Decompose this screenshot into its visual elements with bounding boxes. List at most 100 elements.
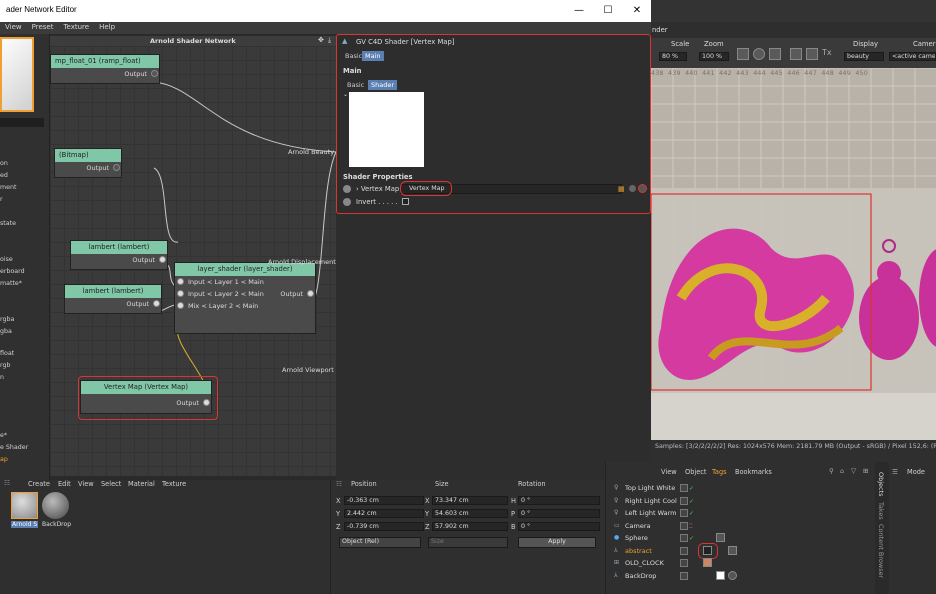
node-ramp-float[interactable]: mp_float_01 (ramp_float) Output bbox=[50, 54, 160, 84]
object-flags[interactable] bbox=[680, 571, 689, 580]
node-lambert-1[interactable]: lambert (lambert) Output bbox=[70, 240, 168, 270]
rotation-b-field[interactable]: 0 ° bbox=[518, 522, 600, 531]
pick-icon[interactable] bbox=[806, 48, 818, 60]
shader-list-item[interactable]: r bbox=[0, 196, 3, 203]
shader-list-item[interactable]: gba bbox=[0, 328, 12, 335]
display-select[interactable]: beauty bbox=[844, 52, 884, 61]
animate-dot[interactable] bbox=[343, 185, 351, 193]
material-tag[interactable] bbox=[703, 558, 712, 567]
subtab-basic[interactable]: Basic bbox=[344, 80, 367, 90]
material-backdrop-thumb[interactable] bbox=[42, 492, 69, 519]
material-tag[interactable] bbox=[716, 533, 725, 542]
output-port[interactable] bbox=[151, 70, 158, 77]
subtab-shader[interactable]: Shader bbox=[368, 80, 398, 90]
object-flags[interactable]: ✓ bbox=[680, 534, 694, 542]
object-row[interactable]: ● Sphere ✓ bbox=[606, 532, 876, 545]
node-vertex-map[interactable]: Vertex Map (Vertex Map) Output bbox=[80, 380, 212, 414]
object-row[interactable]: ♀ Right Light Cool ✓ bbox=[606, 495, 876, 508]
material-arnold-thumb[interactable] bbox=[11, 492, 38, 519]
shader-list-item[interactable]: state bbox=[0, 220, 16, 227]
object-flags[interactable] bbox=[680, 546, 689, 555]
maximize-button[interactable]: ☐ bbox=[595, 3, 621, 19]
object-row-selected[interactable]: ⅄ abstract bbox=[606, 542, 876, 559]
object-row[interactable]: ♀ Left Light Warm ✓ bbox=[606, 507, 876, 520]
menu-select[interactable]: Select bbox=[101, 480, 121, 488]
menu-object[interactable]: Object bbox=[685, 468, 706, 476]
shader-list-item[interactable]: oise bbox=[0, 256, 13, 263]
shader-list-item[interactable]: matte* bbox=[0, 280, 22, 287]
tab-takes[interactable]: Takes bbox=[877, 502, 885, 520]
shader-list-item[interactable]: rgba bbox=[0, 316, 14, 323]
coordinate-mode-select[interactable]: Object (Rel) bbox=[339, 537, 421, 548]
checker-icon[interactable]: ▦ bbox=[618, 185, 625, 193]
material-tag[interactable] bbox=[728, 545, 737, 555]
material-arnold-label[interactable]: Arnold S bbox=[11, 521, 39, 528]
output-port[interactable] bbox=[159, 256, 166, 263]
region-icon[interactable] bbox=[769, 48, 781, 60]
material-backdrop-label[interactable]: BackDrop bbox=[42, 521, 71, 528]
node-lambert-2[interactable]: lambert (lambert) Output bbox=[64, 284, 162, 314]
camera-select[interactable]: <active camer bbox=[889, 52, 936, 61]
shader-list-item[interactable]: erboard bbox=[0, 268, 25, 275]
menu-preset[interactable]: Preset bbox=[27, 22, 59, 32]
shader-list-item[interactable]: float bbox=[0, 350, 14, 357]
menu-tags[interactable]: Tags bbox=[712, 468, 727, 476]
filter-icon[interactable]: ▽ bbox=[851, 467, 856, 475]
object-row[interactable]: ▭ Camera ⁚⁚ bbox=[606, 520, 876, 533]
grid-icon[interactable]: ☷ bbox=[4, 479, 10, 487]
globe-icon[interactable] bbox=[753, 48, 765, 60]
tab-content-browser[interactable]: Content Browser bbox=[877, 524, 885, 578]
menu-create[interactable]: Create bbox=[28, 480, 50, 488]
home-icon[interactable]: ⌂ bbox=[840, 467, 844, 475]
material-tag[interactable] bbox=[728, 570, 737, 580]
shader-search-input[interactable] bbox=[0, 118, 44, 127]
render-viewport[interactable]: 438 439 440 441 442 443 444 445 446 447 … bbox=[651, 68, 936, 440]
size-mode-select[interactable]: Size bbox=[428, 537, 508, 548]
object-flags[interactable]: ✓ bbox=[680, 509, 694, 517]
shader-list-item[interactable]: ment bbox=[0, 184, 16, 191]
shader-list-item[interactable]: rgb bbox=[0, 362, 10, 369]
render-tool-icon[interactable] bbox=[737, 48, 749, 60]
object-flags[interactable] bbox=[680, 559, 689, 567]
collapse-icon[interactable]: ⌄ bbox=[343, 91, 348, 98]
dropdown-icon[interactable] bbox=[629, 185, 636, 192]
node-layer-shader[interactable]: layer_shader (layer_shader) Input < Laye… bbox=[174, 262, 316, 334]
shader-list-item[interactable]: ed bbox=[0, 172, 8, 179]
close-button[interactable]: ✕ bbox=[624, 3, 650, 19]
shader-list-item[interactable]: e Shader bbox=[0, 444, 28, 451]
minimize-button[interactable]: — bbox=[566, 3, 592, 19]
shader-list-item[interactable]: n bbox=[0, 374, 4, 381]
menu-view[interactable]: View bbox=[661, 468, 677, 476]
tab-main[interactable]: Main bbox=[362, 51, 384, 61]
menu-bookmarks[interactable]: Bookmarks bbox=[735, 468, 772, 476]
shader-list-item[interactable]: on bbox=[0, 160, 8, 167]
text-icon[interactable]: Tx bbox=[822, 48, 836, 60]
move-icon[interactable]: ✥ bbox=[318, 36, 324, 44]
menu-edit[interactable]: Edit bbox=[58, 480, 71, 488]
object-flags[interactable]: ✓ bbox=[680, 496, 694, 505]
shader-list-item[interactable]: e* bbox=[0, 432, 7, 439]
menu-material[interactable]: Material bbox=[128, 480, 155, 488]
menu-texture[interactable]: Texture bbox=[58, 22, 94, 32]
object-flags[interactable]: ⁚⁚ bbox=[680, 521, 693, 530]
input-port[interactable] bbox=[177, 290, 184, 297]
size-y-field[interactable]: 54.603 cm bbox=[432, 509, 508, 518]
menu-view[interactable]: View bbox=[78, 480, 94, 488]
rotation-p-field[interactable]: 0 ° bbox=[518, 509, 600, 518]
object-row[interactable]: ⅄ BackDrop bbox=[606, 570, 876, 583]
link-arrow-icon[interactable] bbox=[638, 184, 647, 193]
size-z-field[interactable]: 57.902 cm bbox=[432, 522, 508, 531]
position-x-field[interactable]: -0.363 cm bbox=[344, 496, 424, 505]
zoom-field[interactable]: 100 % bbox=[699, 52, 729, 61]
frame-icon[interactable] bbox=[790, 48, 802, 60]
animate-dot[interactable] bbox=[343, 198, 351, 206]
input-port[interactable] bbox=[177, 302, 184, 309]
expand-icon[interactable]: ⊞ bbox=[863, 467, 869, 475]
search-icon[interactable]: ⚲ bbox=[829, 467, 834, 475]
output-port[interactable] bbox=[307, 290, 314, 297]
position-y-field[interactable]: 2.442 cm bbox=[344, 509, 424, 518]
tab-objects[interactable]: Objects bbox=[877, 472, 885, 497]
shader-list-item-selected[interactable]: ap bbox=[0, 456, 8, 463]
menu-view[interactable]: View bbox=[0, 22, 27, 32]
menu-help[interactable]: Help bbox=[94, 22, 120, 32]
